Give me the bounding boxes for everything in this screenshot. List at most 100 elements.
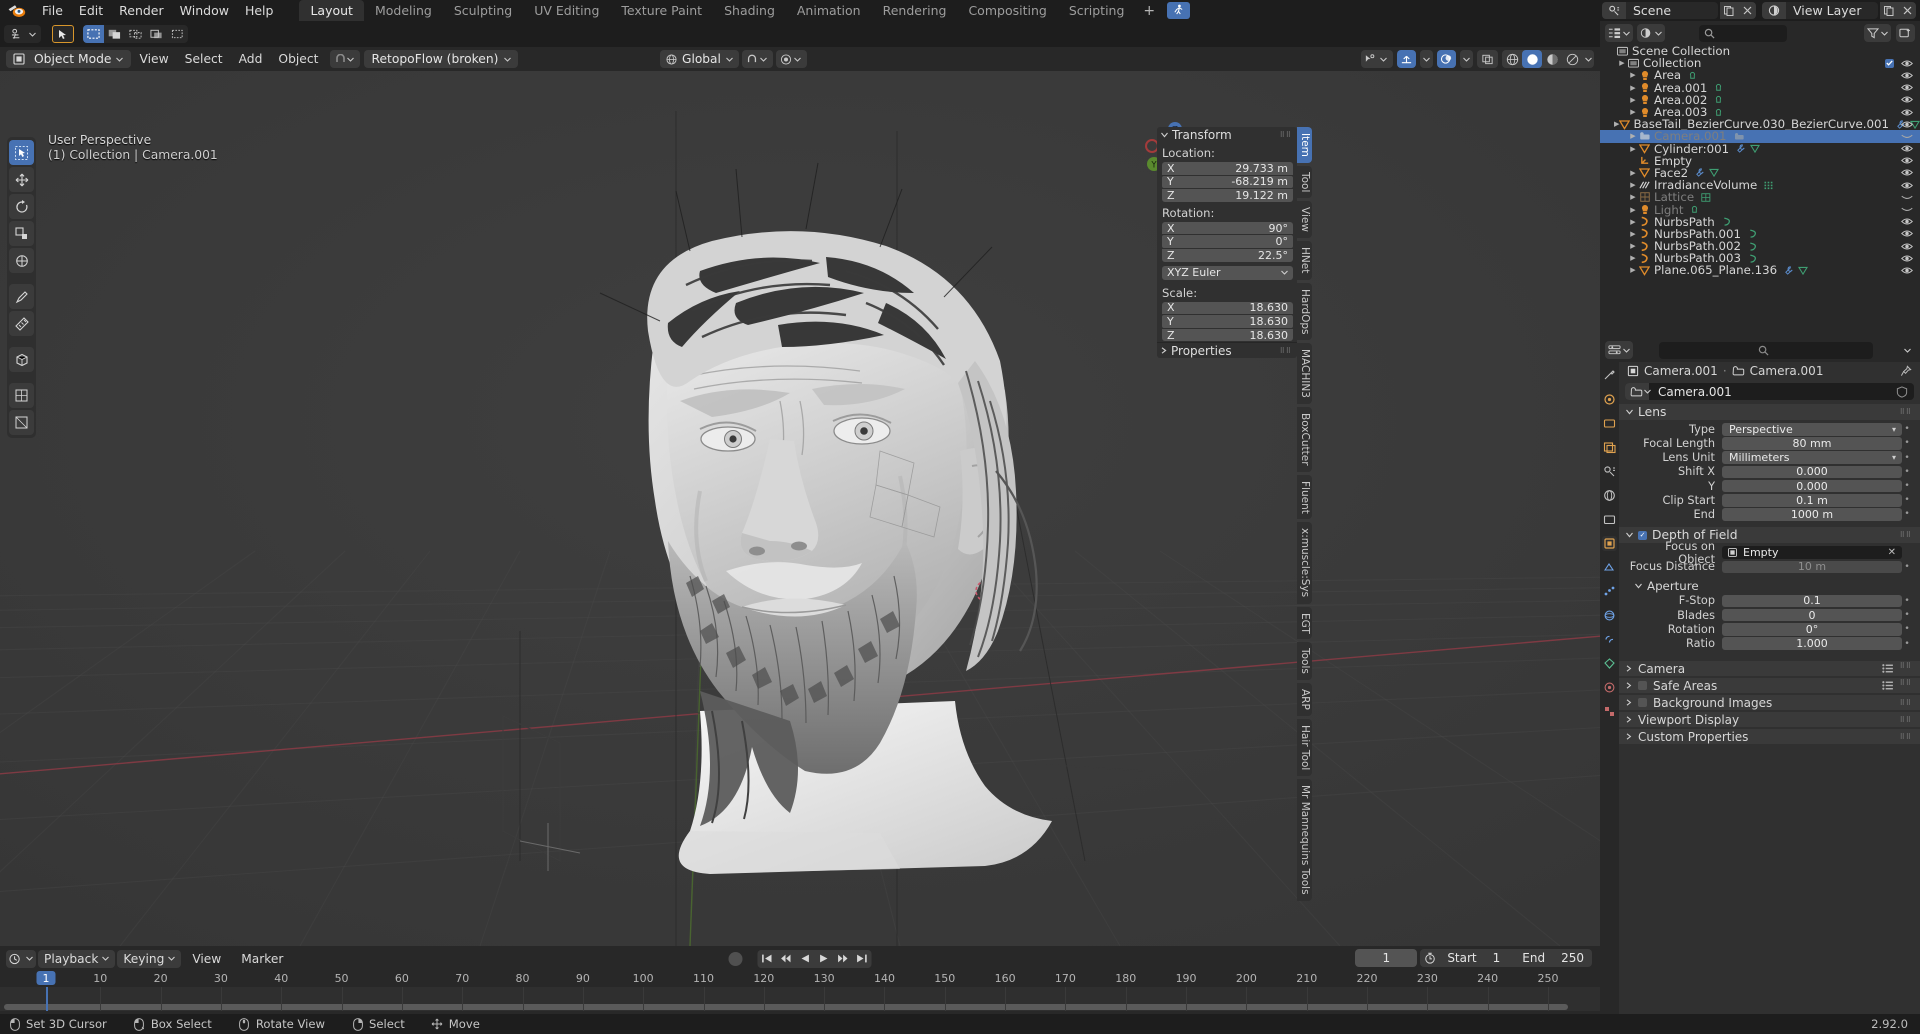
current-frame-field[interactable]: 1 xyxy=(1355,949,1418,967)
outliner-row[interactable]: ▶ Plane.065_Plane.136 xyxy=(1600,263,1920,277)
editor-type-selector[interactable] xyxy=(6,949,36,968)
timeline-menu-playback[interactable]: Playback xyxy=(38,949,116,968)
transform-panel-header[interactable]: Transform ⠿⠿ xyxy=(1157,127,1297,143)
overlays-chevron[interactable] xyxy=(1460,50,1473,68)
light-data-icon[interactable] xyxy=(1688,71,1697,80)
tab-collection[interactable] xyxy=(1602,512,1617,527)
xray-toggle[interactable] xyxy=(1477,50,1498,68)
sidebar-tab-egt[interactable]: EGT xyxy=(1297,606,1312,640)
timeline-menu-keying[interactable]: Keying xyxy=(117,949,182,968)
outliner-row[interactable]: ▶ NurbsPath.002 xyxy=(1600,239,1920,253)
solid-shading-icon[interactable] xyxy=(1522,50,1542,68)
scene-name[interactable]: Scene xyxy=(1626,3,1718,18)
property-field[interactable]: 0.1 xyxy=(1722,594,1902,607)
timeline-playhead-line[interactable] xyxy=(46,987,48,1011)
animate-property-dot[interactable]: • xyxy=(1902,624,1912,634)
outliner-row[interactable]: ▶ NurbsPath xyxy=(1600,215,1920,229)
light-data-icon[interactable] xyxy=(1714,95,1723,104)
disclosure-triangle-icon[interactable]: ▶ xyxy=(1628,206,1638,214)
sidebar-tab-tools[interactable]: Tools xyxy=(1297,642,1312,681)
new-scene-button[interactable] xyxy=(1720,2,1738,19)
light-data-icon[interactable] xyxy=(1714,108,1723,117)
timeline-menu-marker[interactable]: Marker xyxy=(232,952,292,966)
timeline-menu-view[interactable]: View xyxy=(183,952,230,966)
jump-to-end-button[interactable] xyxy=(852,949,872,968)
disclosure-triangle-icon[interactable]: ▶ xyxy=(1628,84,1638,92)
sidebar-tab-tool[interactable]: Tool xyxy=(1297,165,1312,199)
select-box-icon[interactable] xyxy=(83,25,104,43)
tab-tool[interactable] xyxy=(1602,368,1617,383)
jump-to-start-button[interactable] xyxy=(757,949,777,968)
disclosure-triangle-icon[interactable]: ▶ xyxy=(1628,254,1638,262)
outliner-row[interactable]: ▶ Cylinder:001 xyxy=(1600,142,1920,156)
disclosure-triangle-icon[interactable]: ▶ xyxy=(1628,71,1638,79)
sidebar-tab-hair-tool[interactable]: Hair Tool xyxy=(1297,719,1312,777)
collapsed-panel[interactable]: Camera ⠿⠿ xyxy=(1619,661,1920,677)
animate-property-dot[interactable]: • xyxy=(1902,639,1912,649)
mesh-data-icon[interactable] xyxy=(1750,144,1761,154)
panel-checkbox[interactable] xyxy=(1638,681,1647,691)
workspace-tab-uv-editing[interactable]: UV Editing xyxy=(523,0,610,21)
outliner-tree[interactable]: Scene Collection ▶ Collection ▶ Area ▶ Area.00… xyxy=(1600,44,1920,277)
tool-rotate[interactable] xyxy=(9,194,34,219)
disclosure-triangle-icon[interactable]: ▶ xyxy=(1628,242,1638,250)
mode-selector[interactable]: Object Mode xyxy=(6,50,132,68)
curve-data-icon[interactable] xyxy=(1748,254,1758,263)
menu-window[interactable]: Window xyxy=(172,1,237,20)
tab-material[interactable] xyxy=(1602,680,1617,695)
select-extend-icon[interactable] xyxy=(104,25,125,43)
select-intersect-icon[interactable] xyxy=(146,25,167,43)
visibility-eye-icon[interactable] xyxy=(1901,120,1913,129)
animate-property-dot[interactable]: • xyxy=(1902,596,1912,606)
object-mode-extra-dropdown[interactable] xyxy=(330,50,361,68)
snap-icon[interactable] xyxy=(7,25,27,43)
tool-retopo-a[interactable] xyxy=(9,383,34,408)
tab-texture[interactable] xyxy=(1602,704,1617,719)
visibility-dropdown[interactable] xyxy=(1361,50,1393,68)
mesh-data-icon[interactable] xyxy=(1709,168,1720,178)
disclosure-triangle-icon[interactable]: ▶ xyxy=(1628,108,1638,116)
select-difference-icon[interactable] xyxy=(167,25,188,43)
grid-data-icon[interactable] xyxy=(1764,181,1774,190)
viewport-canvas[interactable]: User Perspective (1) Collection | Camera… xyxy=(0,71,1600,946)
visibility-eye-icon[interactable] xyxy=(1901,254,1913,263)
workspace-tab-animation[interactable]: Animation xyxy=(786,0,872,21)
mesh-data-icon[interactable] xyxy=(1798,266,1809,275)
visibility-eye-icon[interactable] xyxy=(1901,71,1913,80)
scale-x-field[interactable]: X 18.630 xyxy=(1162,301,1293,314)
tab-world[interactable] xyxy=(1602,488,1617,503)
scale-y-field[interactable]: Y 18.630 xyxy=(1162,315,1293,328)
property-field[interactable]: 0.1 m xyxy=(1722,494,1902,507)
outliner-row[interactable]: ▶ Lattice xyxy=(1600,190,1920,204)
record-dot-icon[interactable] xyxy=(728,951,743,966)
lattice-data-icon[interactable] xyxy=(1701,193,1711,202)
tab-physics[interactable] xyxy=(1602,608,1617,623)
tab-view-layer[interactable] xyxy=(1602,440,1617,455)
proportional-editing-toggle[interactable] xyxy=(775,50,807,68)
tab-particles[interactable] xyxy=(1602,584,1617,599)
next-keyframe-button[interactable] xyxy=(833,949,853,968)
outliner-row[interactable]: ▶ Area.002 xyxy=(1600,93,1920,107)
visibility-eye-icon[interactable] xyxy=(1901,229,1913,238)
outliner-row[interactable]: ▶ Area.001 xyxy=(1600,81,1920,95)
camera-data-name[interactable]: Camera.001 xyxy=(1651,385,1732,399)
chevron-down-icon[interactable]: ▾ xyxy=(1892,425,1896,434)
workspace-tab-rendering[interactable]: Rendering xyxy=(872,0,958,21)
tool-scale[interactable] xyxy=(9,221,34,246)
modifier-icon[interactable] xyxy=(1695,168,1705,178)
outliner-search-input[interactable] xyxy=(1699,24,1787,42)
property-field[interactable]: 1.000 xyxy=(1722,637,1902,650)
outliner-row[interactable]: ▶ Face2 xyxy=(1600,166,1920,180)
menu-file[interactable]: File xyxy=(34,1,71,20)
view-layer-name[interactable]: View Layer xyxy=(1786,3,1878,18)
outliner-row[interactable]: ▶ NurbsPath.001 xyxy=(1600,227,1920,241)
tweak-tool-button[interactable] xyxy=(52,25,74,43)
shield-icon[interactable] xyxy=(1896,385,1914,398)
add-workspace-button[interactable]: + xyxy=(1135,1,1163,21)
outliner-editor[interactable]: Scene Collection ▶ Collection ▶ Area ▶ Area.00… xyxy=(1600,21,1920,338)
timeline-playhead-badge[interactable]: 1 xyxy=(36,971,56,985)
visibility-eye-icon[interactable] xyxy=(1901,168,1913,177)
sidebar-tab-hardops[interactable]: HardOps xyxy=(1297,282,1312,341)
collection-checkbox[interactable] xyxy=(1885,58,1894,68)
sidebar-tab-view[interactable]: View xyxy=(1297,201,1312,239)
